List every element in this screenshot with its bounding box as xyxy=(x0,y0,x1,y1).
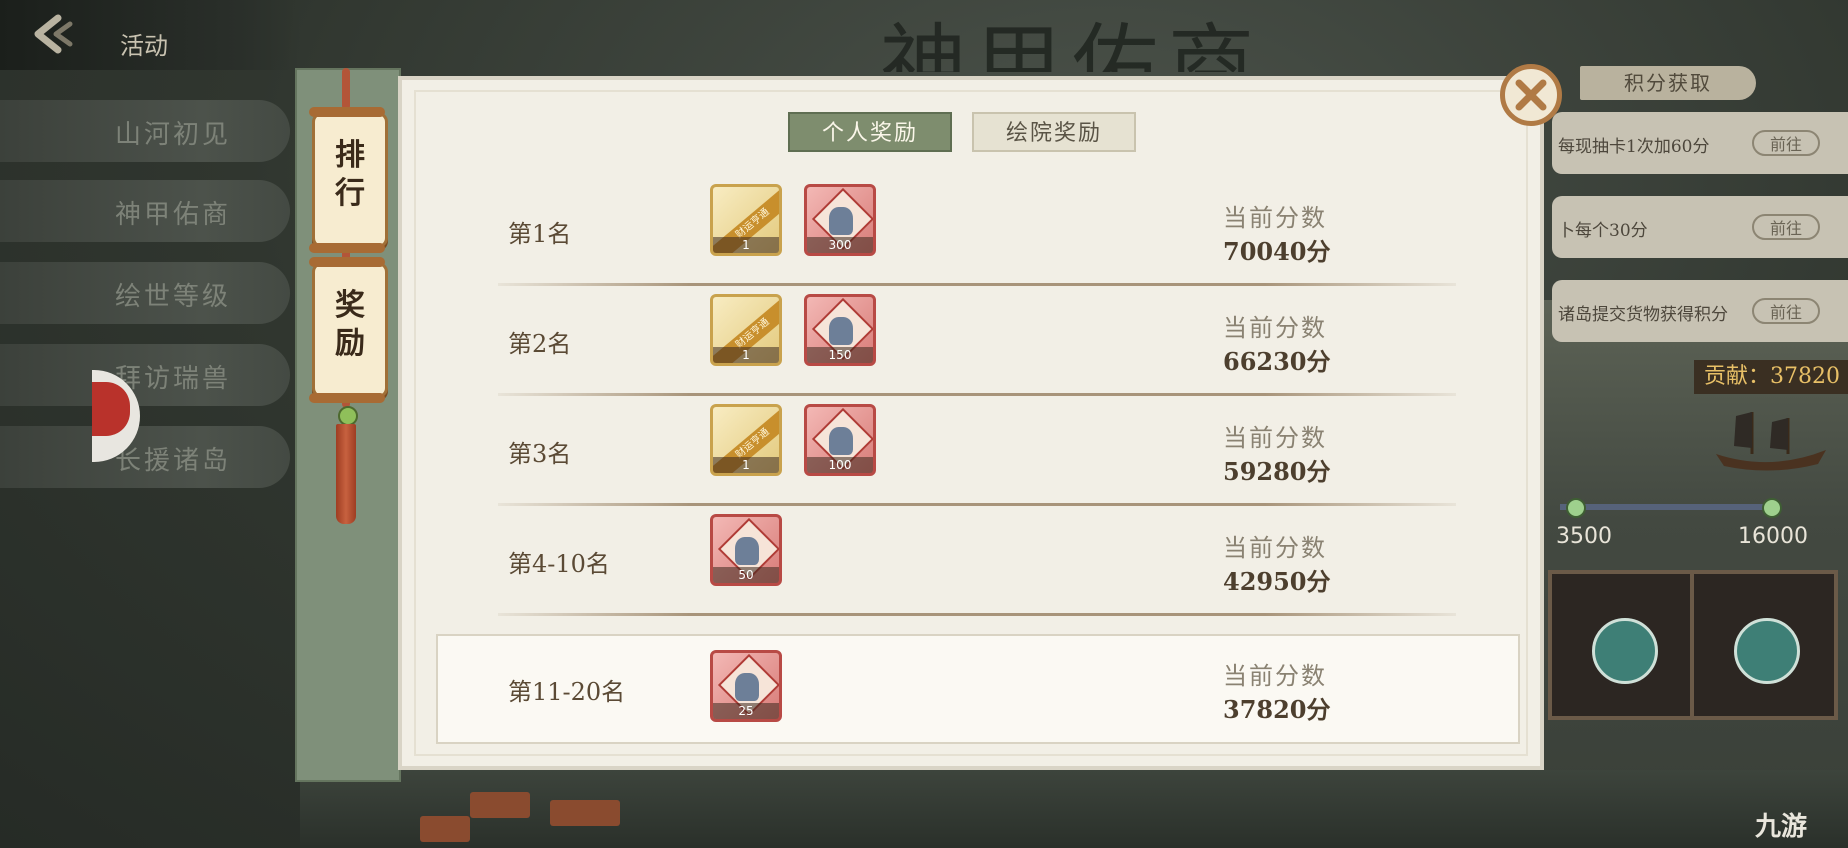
checkmark-icon xyxy=(1592,618,1658,684)
reward-row: 第1名 财运亨通 1 300 当前分数 70040分 xyxy=(498,176,1456,286)
milestone-value: 3500 xyxy=(1556,524,1612,549)
item-count: 150 xyxy=(807,347,873,363)
score-value: 42950分 xyxy=(1223,567,1331,596)
page-title: 活动 xyxy=(120,32,168,60)
milestone-dot xyxy=(1566,498,1586,518)
tab-rank[interactable]: 排行 xyxy=(309,107,388,253)
reward-item-gacha-ticket[interactable]: 300 xyxy=(804,184,876,256)
top-bar: 活动 xyxy=(0,0,300,70)
house-roof xyxy=(420,816,470,842)
figure-icon xyxy=(735,537,759,565)
reward-item-title-card[interactable]: 财运亨通 1 xyxy=(710,184,782,256)
rank-label: 第1名 xyxy=(508,220,572,248)
tab-reward-label: 奖励 xyxy=(335,288,365,361)
item-count: 100 xyxy=(807,457,873,473)
junk-boat-icon xyxy=(1716,412,1826,471)
background-title: 神甲佑商 xyxy=(880,15,1264,72)
go-button[interactable]: 前往 xyxy=(1752,214,1820,240)
nav-item-shanhe[interactable]: 山河初见 xyxy=(0,100,290,162)
nav-item-baifang[interactable]: 拜访瑞兽 xyxy=(0,344,290,406)
nav-item-label: 长援诸岛 xyxy=(115,446,232,476)
item-count: 1 xyxy=(713,347,779,363)
rank-label: 第11-20名 xyxy=(508,678,626,706)
background-scene-bottom xyxy=(300,770,1848,848)
score-value: 70040分 xyxy=(1223,237,1331,266)
current-rank-content: 第11-20名 25 当前分数 37820分 xyxy=(498,634,1456,744)
task-text: 卜每个30分 xyxy=(1558,221,1648,241)
item-count: 300 xyxy=(807,237,873,253)
reward-item-title-card[interactable]: 财运亨通 1 xyxy=(710,294,782,366)
score-value: 59280分 xyxy=(1223,457,1331,486)
nav-item-zhuyuan[interactable]: 长援诸岛 xyxy=(0,426,290,488)
close-icon xyxy=(1515,79,1547,111)
milestone-dot xyxy=(1762,498,1782,518)
checkmark-icon xyxy=(1734,618,1800,684)
nav-item-shenjia[interactable]: 神甲佑商 xyxy=(0,180,290,242)
reward-item-gacha-ticket[interactable]: 150 xyxy=(804,294,876,366)
score-label: 当前分数 xyxy=(1223,662,1327,690)
milestone-value: 16000 xyxy=(1738,524,1808,549)
points-heading: 积分获取 xyxy=(1580,66,1756,100)
score-label: 当前分数 xyxy=(1223,314,1327,342)
reward-item-gacha-ticket[interactable]: 100 xyxy=(804,404,876,476)
contribution-value: 贡献：37820 xyxy=(1694,360,1848,394)
nav-item-huishi[interactable]: 绘世等级 xyxy=(0,262,290,324)
tab-rank-label: 排行 xyxy=(335,138,365,211)
tab-academy-reward[interactable]: 绘院奖励 xyxy=(972,112,1136,152)
milestone-reward-box[interactable] xyxy=(1548,570,1696,720)
go-button[interactable]: 前往 xyxy=(1752,130,1820,156)
reward-row: 第2名 财运亨通 1 150 当前分数 66230分 xyxy=(498,286,1456,396)
reward-row: 第4-10名 50 当前分数 42950分 xyxy=(498,506,1456,616)
tab-personal-reward[interactable]: 个人奖励 xyxy=(788,112,952,152)
item-count: 1 xyxy=(713,237,779,253)
reward-item-gacha-ticket[interactable]: 50 xyxy=(710,514,782,586)
reward-row: 第3名 财运亨通 1 100 当前分数 59280分 xyxy=(498,396,1456,506)
progress-track xyxy=(1560,504,1778,510)
go-button[interactable]: 前往 xyxy=(1752,298,1820,324)
task-text: 诸岛提交货物获得积分 xyxy=(1558,305,1728,325)
task-row: 卜每个30分 前往 xyxy=(1552,196,1848,258)
row-divider xyxy=(498,613,1456,616)
figure-icon xyxy=(735,673,759,701)
item-count: 50 xyxy=(713,567,779,583)
score-value: 37820分 xyxy=(1223,695,1331,724)
item-count: 25 xyxy=(713,703,779,719)
task-text: 每现抽卡1次加60分 xyxy=(1558,137,1710,157)
milestone-reward-box[interactable] xyxy=(1690,570,1838,720)
score-value: 66230分 xyxy=(1223,347,1331,376)
back-button[interactable] xyxy=(30,14,80,54)
house-roof xyxy=(470,792,530,818)
tab-reward[interactable]: 奖励 xyxy=(309,257,388,403)
nav-item-label: 神甲佑商 xyxy=(115,200,232,230)
task-row: 每现抽卡1次加60分 前往 xyxy=(1552,112,1848,174)
nav-item-label: 山河初见 xyxy=(115,120,232,150)
score-label: 当前分数 xyxy=(1223,204,1327,232)
watermark-logo: 九游 xyxy=(1755,812,1808,842)
reward-item-title-card[interactable]: 财运亨通 1 xyxy=(710,404,782,476)
score-label: 当前分数 xyxy=(1223,424,1327,452)
mascot-head-icon xyxy=(92,382,130,436)
nav-item-label: 拜访瑞兽 xyxy=(115,364,232,394)
task-row: 诸岛提交货物获得积分 前往 xyxy=(1552,280,1848,342)
score-label: 当前分数 xyxy=(1223,534,1327,562)
house-roof xyxy=(550,800,620,826)
item-count: 1 xyxy=(713,457,779,473)
figure-icon xyxy=(829,427,853,455)
reward-item-gacha-ticket[interactable]: 25 xyxy=(710,650,782,722)
tassel xyxy=(336,424,356,524)
jade-bead xyxy=(338,406,358,426)
rank-label: 第3名 xyxy=(508,440,572,468)
back-arrow-icon xyxy=(34,14,73,54)
rope xyxy=(342,68,350,110)
rank-label: 第2名 xyxy=(508,330,572,358)
figure-icon xyxy=(829,317,853,345)
nav-item-label: 绘世等级 xyxy=(115,282,232,312)
rank-label: 第4-10名 xyxy=(508,550,610,578)
figure-icon xyxy=(829,207,853,235)
